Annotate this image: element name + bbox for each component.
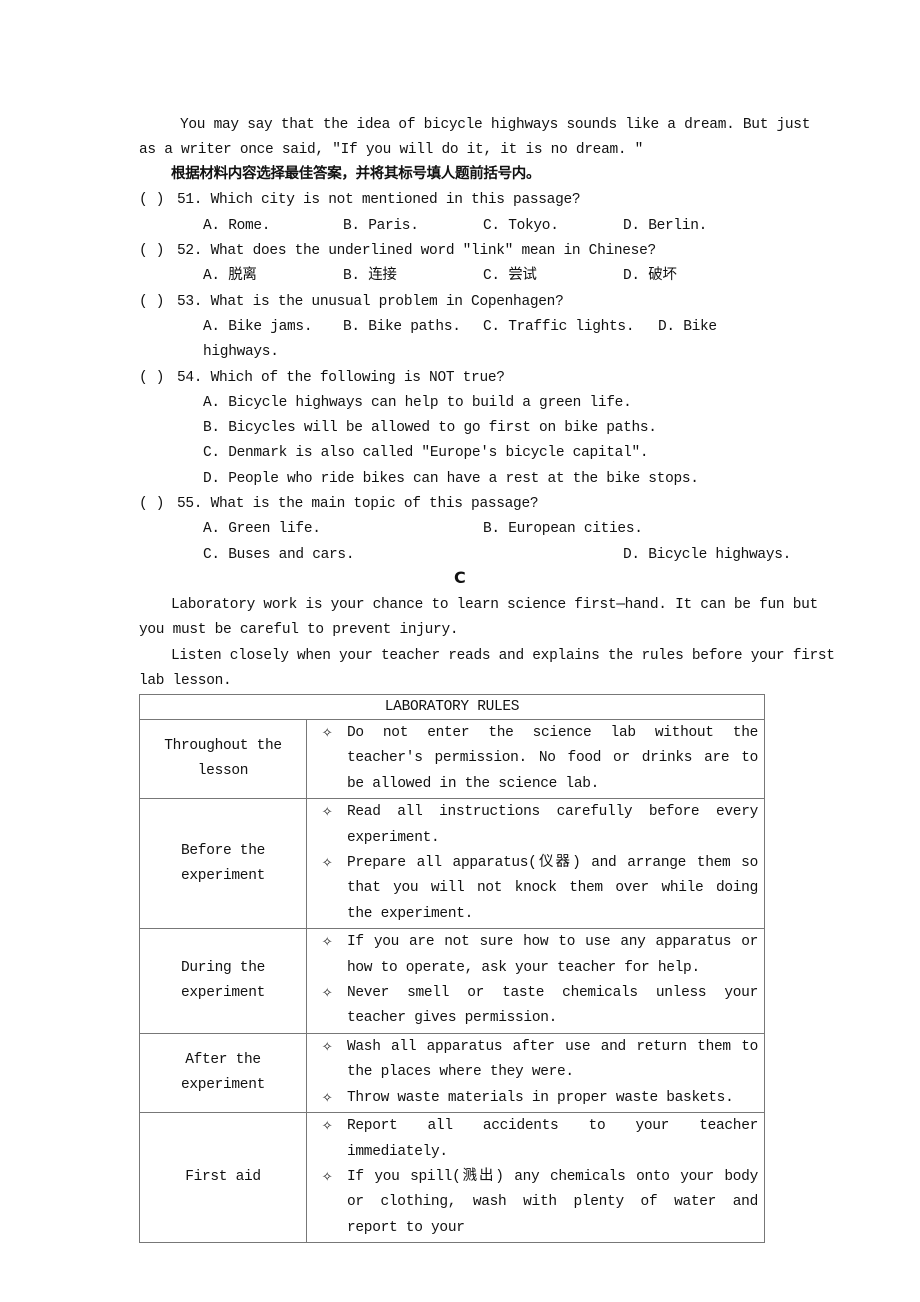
option: A. 脱离 — [203, 268, 257, 284]
phase-cell: After the experiment — [139, 1032, 307, 1114]
table-title: LABORATORY RULES — [139, 694, 765, 720]
table-row: Before the experiment ✧ Read all instruc… — [139, 798, 765, 930]
phase-cell: During the experiment — [139, 928, 307, 1034]
rule-text: Wash all apparatus after use and return … — [347, 1038, 758, 1081]
rules-cell: ✧ Do not enter the science lab without t… — [306, 718, 765, 800]
option: B. 连接 — [343, 268, 397, 284]
rules-cell: ✧ Wash all apparatus after use and retur… — [306, 1032, 765, 1114]
phase-label: First aid — [185, 1169, 261, 1186]
answer-blank[interactable]: ( ) — [139, 190, 165, 210]
option: A. Green life. — [203, 521, 321, 537]
rule-item: ✧ If you are not sure how to use any app… — [307, 930, 759, 981]
option: B. Bicycles will be allowed to go first … — [203, 420, 657, 436]
paragraph-line: Listen closely when your teacher reads a… — [171, 648, 835, 664]
option: D. Berlin. — [623, 218, 708, 234]
table-row: During the experiment ✧ If you are not s… — [139, 928, 765, 1034]
option: C. Traffic lights. — [483, 319, 635, 335]
option: D. Bike — [658, 319, 717, 335]
phase-label: Before the — [180, 842, 265, 859]
table-row: After the experiment ✧ Wash all apparatu… — [139, 1032, 765, 1114]
section-heading: C — [454, 568, 466, 587]
sparkle-bullet-icon: ✧ — [321, 1119, 333, 1135]
rule-item: ✧ If you spill(溅出) any chemicals onto yo… — [307, 1165, 759, 1241]
answer-blank[interactable]: ( ) — [139, 368, 165, 388]
option: A. Bike jams. — [203, 319, 313, 335]
table-row: Throughout the lesson ✧ Do not enter the… — [139, 718, 765, 800]
phase-label: After the — [185, 1051, 261, 1068]
paragraph-line: Laboratory work is your chance to learn … — [171, 597, 818, 613]
option: B. Bike paths. — [343, 319, 461, 335]
phase-label: experiment — [180, 985, 265, 1002]
option-continuation: highways. — [203, 344, 279, 360]
rule-item: ✧ Throw waste materials in proper waste … — [307, 1086, 758, 1111]
answer-blank[interactable]: ( ) — [139, 241, 165, 261]
phase-label: Throughout the — [164, 738, 282, 755]
laboratory-rules-table: LABORATORY RULES Throughout the lesson ✧… — [139, 694, 765, 1244]
document-page: You may say that the idea of bicycle hig… — [0, 0, 920, 1302]
question-stem: 53. What is the unusual problem in Copen… — [177, 294, 564, 310]
passage-line: as a writer once said, "If you will do i… — [139, 142, 644, 158]
rule-item: ✧ Do not enter the science lab without t… — [307, 721, 759, 797]
rule-item: ✧ Read all instructions carefully before… — [307, 800, 759, 851]
question-stem: 52. What does the underlined word "link"… — [177, 243, 656, 259]
question-stem: 51. Which city is not mentioned in this … — [177, 192, 581, 208]
answer-blank[interactable]: ( ) — [139, 292, 165, 312]
rule-item: ✧ Report all accidents to your teacher i… — [307, 1114, 759, 1165]
option: B. European cities. — [483, 521, 643, 537]
sparkle-bullet-icon: ✧ — [321, 1169, 333, 1185]
rule-item: ✧ Never smell or taste chemicals unless … — [307, 981, 759, 1032]
rules-cell: ✧ Report all accidents to your teacher i… — [306, 1112, 765, 1244]
rule-text: Throw waste materials in proper waste ba… — [347, 1089, 734, 1106]
rule-text: Never smell or taste chemicals unless yo… — [347, 985, 758, 1027]
phase-cell: First aid — [139, 1112, 307, 1244]
question-stem: 54. Which of the following is NOT true? — [177, 370, 505, 386]
option: C. Buses and cars. — [203, 547, 355, 563]
option: C. Denmark is also called "Europe's bicy… — [203, 445, 649, 461]
option: A. Bicycle highways can help to build a … — [203, 395, 632, 411]
option: C. 尝试 — [483, 268, 537, 284]
option: D. Bicycle highways. — [623, 547, 792, 563]
option: B. Paris. — [343, 218, 419, 234]
option: A. Rome. — [203, 218, 271, 234]
sparkle-bullet-icon: ✧ — [321, 726, 333, 741]
rule-text: Prepare all apparatus(仪器) and arrange th… — [347, 855, 758, 922]
rules-cell: ✧ If you are not sure how to use any app… — [306, 928, 765, 1034]
rule-text: If you are not sure how to use any appar… — [347, 934, 758, 976]
phase-cell: Before the experiment — [139, 798, 307, 930]
paragraph-line: you must be careful to prevent injury. — [139, 622, 459, 638]
phase-label: lesson — [197, 763, 249, 780]
sparkle-bullet-icon: ✧ — [321, 1039, 333, 1055]
rule-item: ✧ Wash all apparatus after use and retur… — [307, 1035, 759, 1086]
rule-text: Do not enter the science lab without the… — [347, 725, 758, 792]
phase-label: experiment — [180, 1076, 265, 1093]
rule-text: Report all accidents to your teacher imm… — [347, 1118, 758, 1160]
phase-cell: Throughout the lesson — [139, 718, 307, 800]
sparkle-bullet-icon: ✧ — [321, 1090, 333, 1106]
phase-label: During the — [180, 960, 265, 977]
option: D. People who ride bikes can have a rest… — [203, 471, 699, 487]
option: D. 破坏 — [623, 268, 677, 284]
answer-blank[interactable]: ( ) — [139, 494, 165, 514]
sparkle-bullet-icon: ✧ — [321, 805, 333, 821]
sparkle-bullet-icon: ✧ — [321, 986, 333, 1002]
rules-cell: ✧ Read all instructions carefully before… — [306, 798, 765, 930]
option: C. Tokyo. — [483, 218, 559, 234]
paragraph-line: lab lesson. — [139, 673, 232, 689]
phase-label: experiment — [180, 867, 265, 884]
question-stem: 55. What is the main topic of this passa… — [177, 496, 539, 512]
rule-item: ✧ Prepare all apparatus(仪器) and arrange … — [307, 851, 759, 927]
passage-line: You may say that the idea of bicycle hig… — [180, 117, 811, 133]
table-row: First aid ✧ Report all accidents to your… — [139, 1112, 765, 1244]
instructions: 根据材料内容选择最佳答案，并将其标号填人题前括号内。 — [171, 166, 541, 182]
rule-text: If you spill(溅出) any chemicals onto your… — [347, 1168, 758, 1236]
rule-text: Read all instructions carefully before e… — [347, 804, 758, 846]
sparkle-bullet-icon: ✧ — [321, 856, 333, 872]
sparkle-bullet-icon: ✧ — [321, 935, 333, 951]
